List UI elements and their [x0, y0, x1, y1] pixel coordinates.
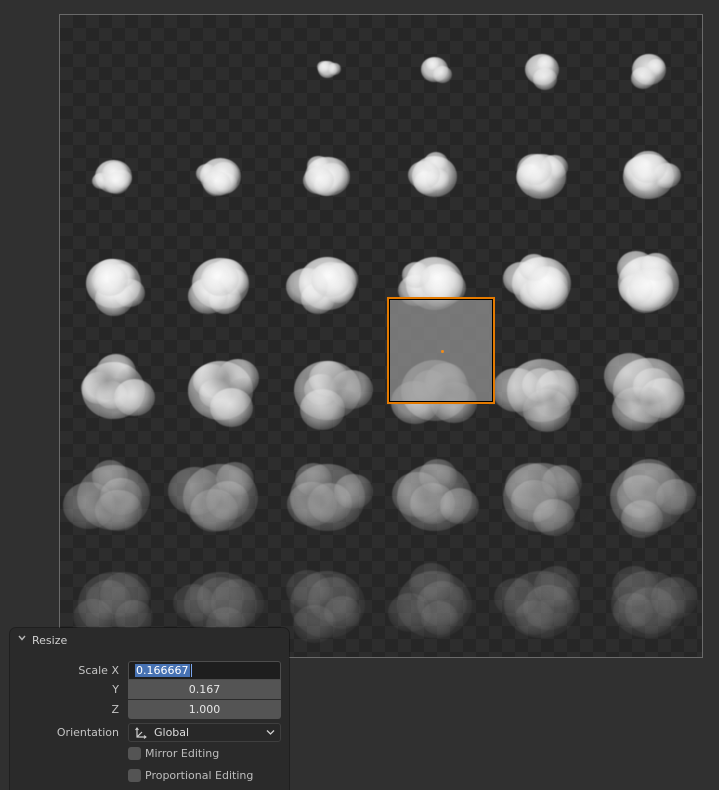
smoke-puff	[408, 482, 446, 517]
smoke-frame	[381, 123, 488, 230]
smoke-puff	[516, 153, 552, 185]
smoke-frame	[274, 230, 381, 337]
chevron-down-icon[interactable]	[17, 633, 27, 643]
mirror-editing-checkbox[interactable]	[128, 747, 141, 760]
smoke-frame	[488, 551, 595, 657]
smoke-frame	[488, 123, 595, 230]
smoke-puff	[408, 160, 440, 190]
smoke-frame	[167, 337, 274, 444]
smoke-frame	[595, 123, 702, 230]
uv-editor-viewport[interactable]: Resize Scale X 0.166667 Y 0.167 Z 1.000 …	[0, 0, 719, 790]
smoke-frame	[595, 444, 702, 551]
proportional-editing-checkbox[interactable]	[128, 769, 141, 782]
smoke-puff	[419, 589, 462, 628]
smoke-frame	[595, 16, 702, 123]
scale-z-value: 1.000	[188, 703, 221, 716]
smoke-frame	[60, 444, 167, 551]
smoke-puff	[603, 353, 656, 400]
smoke-puff	[314, 585, 356, 624]
orientation-dropdown[interactable]: Global	[128, 723, 281, 742]
smoke-frame	[595, 337, 702, 444]
smoke-puff	[299, 388, 346, 430]
smoke-puff	[201, 261, 239, 296]
smoke-puff	[91, 264, 128, 297]
smoke-puff	[311, 261, 351, 298]
smoke-frame	[381, 551, 488, 657]
smoke-puff	[521, 591, 565, 630]
scale-x-value: 0.166667	[135, 664, 190, 677]
smoke-frame	[167, 230, 274, 337]
smoke-puff	[525, 266, 568, 305]
smoke-frame	[60, 337, 167, 444]
smoke-frame	[274, 551, 381, 657]
smoke-puff	[491, 367, 541, 412]
panel-header[interactable]: Resize	[10, 628, 289, 652]
smoke-puff	[303, 166, 334, 195]
smoke-puff	[630, 150, 668, 184]
orientation-axes-icon	[135, 727, 147, 739]
chevron-down-icon	[266, 730, 275, 735]
scale-y-field[interactable]: 0.167	[128, 680, 281, 699]
smoke-puff	[514, 477, 554, 513]
scale-x-field[interactable]: 0.166667	[128, 661, 281, 680]
smoke-puff	[630, 67, 656, 90]
smoke-frame	[274, 444, 381, 551]
smoke-frame	[60, 16, 167, 123]
mirror-editing-label: Mirror Editing	[145, 747, 220, 760]
proportional-editing-label: Proportional Editing	[145, 769, 254, 782]
smoke-frame	[60, 230, 167, 337]
adjust-last-operation-panel: Resize Scale X 0.166667 Y 0.167 Z 1.000 …	[10, 628, 289, 790]
text-caret	[190, 664, 192, 677]
smoke-puff	[104, 171, 129, 195]
smoke-puff	[327, 63, 341, 75]
smoke-puff	[629, 268, 673, 308]
smoke-frame	[381, 444, 488, 551]
smoke-frame	[488, 16, 595, 123]
pivot-point	[441, 350, 444, 353]
smoke-puff	[203, 171, 231, 196]
scale-x-label: Scale X	[78, 664, 119, 677]
orientation-label: Orientation	[56, 726, 119, 739]
smoke-puff	[209, 387, 254, 427]
scale-x-row: Scale X 0.166667	[10, 661, 289, 681]
smoke-frame	[488, 337, 595, 444]
smoke-frame	[595, 230, 702, 337]
smoke-puff	[624, 474, 665, 510]
scale-z-row: Z 1.000	[10, 700, 289, 720]
scale-y-row: Y 0.167	[10, 680, 289, 700]
scale-z-field[interactable]: 1.000	[128, 700, 281, 719]
smoke-puff	[622, 589, 667, 630]
scale-y-value: 0.167	[188, 683, 221, 696]
smoke-frame	[488, 444, 595, 551]
smoke-frame	[488, 230, 595, 337]
uv-face-selection[interactable]	[387, 297, 495, 404]
smoke-puff	[532, 68, 557, 90]
smoke-puff	[93, 478, 145, 525]
scale-y-label: Y	[112, 683, 119, 696]
smoke-frame	[274, 337, 381, 444]
smoke-puff	[113, 378, 156, 416]
smoke-frame	[274, 123, 381, 230]
smoke-frame	[60, 123, 167, 230]
panel-title: Resize	[32, 634, 68, 647]
smoke-frame	[274, 16, 381, 123]
smoke-frame	[381, 16, 488, 123]
smoke-puff	[95, 581, 134, 616]
smoke-puff	[439, 488, 480, 524]
smoke-puff	[433, 65, 452, 83]
smoke-puff	[296, 478, 351, 527]
smoke-frame	[167, 16, 274, 123]
image-texture	[59, 14, 703, 658]
orientation-value: Global	[154, 726, 190, 739]
scale-z-label: Z	[111, 703, 119, 716]
smoke-frame	[167, 444, 274, 551]
smoke-frame	[595, 551, 702, 657]
smoke-frame	[167, 123, 274, 230]
